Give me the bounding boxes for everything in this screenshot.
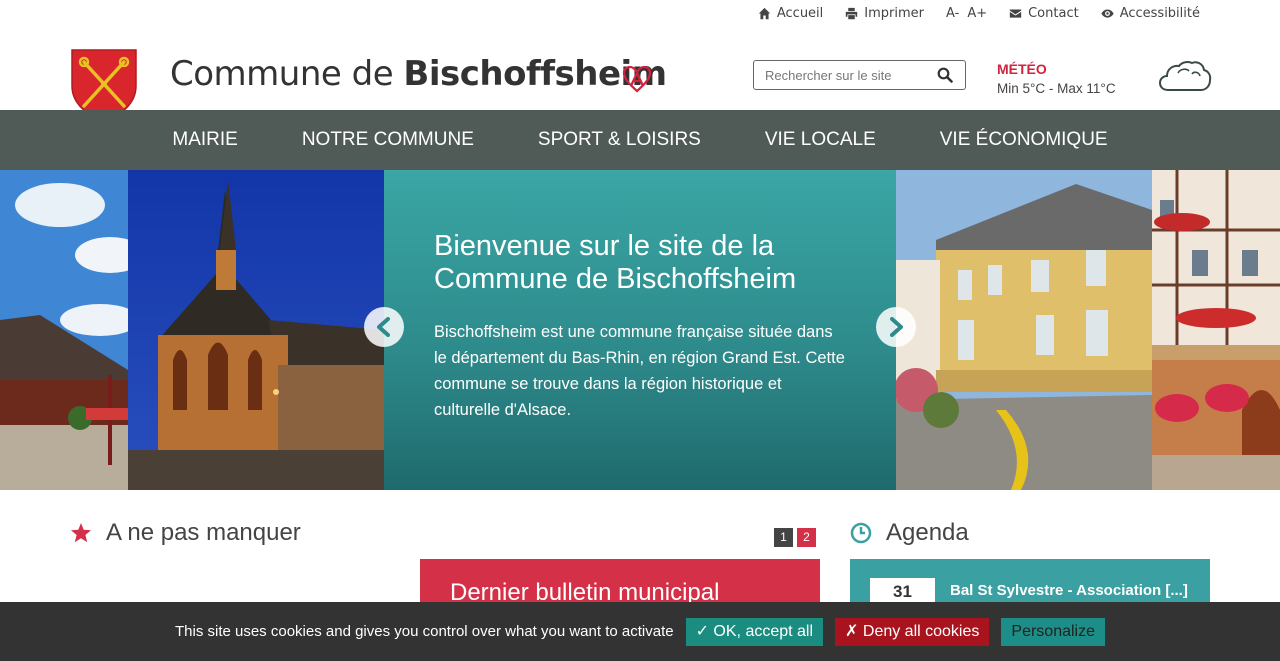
home-link[interactable]: Accueil: [758, 6, 823, 21]
deny-all-cookies-button[interactable]: ✗ Deny all cookies: [835, 617, 990, 646]
font-size-controls: A- A+: [946, 6, 987, 21]
utility-links: Accueil Imprimer A- A+ Contact Accessibi…: [758, 6, 1200, 21]
weather-label: MÉTÉO: [997, 61, 1047, 77]
news-section-heading: A ne pas manquer: [70, 519, 301, 547]
nav-item-notre-commune[interactable]: NOTRE COMMUNE: [270, 110, 506, 170]
event-title: Bal St Sylvestre - Association [...]: [950, 582, 1188, 599]
slide-photo-town-hall: [896, 170, 1152, 490]
eye-icon: [1101, 9, 1114, 18]
agenda-section-heading: Agenda: [850, 519, 969, 547]
print-link[interactable]: Imprimer: [845, 6, 924, 21]
nav-item-vie-economique[interactable]: VIE ÉCONOMIQUE: [908, 110, 1140, 170]
chevron-right-icon: [890, 317, 903, 337]
weather-temperatures: Min 5°C - Max 11°C: [997, 81, 1116, 96]
pager-page-1[interactable]: 1: [774, 528, 793, 547]
cookie-message: This site uses cookies and gives you con…: [174, 623, 674, 640]
main-navigation: MAIRIE NOTRE COMMUNE SPORT & LOISIRS VIE…: [0, 110, 1280, 170]
nav-item-vie-locale[interactable]: VIE LOCALE: [733, 110, 908, 170]
hero-slider: Bienvenue sur le site de la Commune de B…: [0, 170, 1280, 490]
slide-photo-community-hall: [0, 170, 128, 490]
search-input[interactable]: [754, 61, 924, 89]
news-pager: 1 2: [774, 528, 816, 547]
clock-icon: [850, 522, 872, 544]
accept-all-cookies-button[interactable]: ✓ OK, accept all: [685, 617, 824, 646]
site-header: Commune de Bischoffsheim MÉTÉO Min 5°C -…: [0, 32, 1280, 122]
search-box: [753, 60, 966, 90]
alsace-heart-icon: [622, 65, 652, 93]
slide-text: Bischoffsheim est une commune française …: [434, 323, 845, 419]
contact-link[interactable]: Contact: [1009, 6, 1079, 21]
star-icon: [71, 523, 91, 543]
site-title[interactable]: Commune de Bischoffsheim: [170, 54, 667, 94]
slider-prev-button[interactable]: [364, 307, 404, 347]
accessibility-link[interactable]: Accessibilité: [1101, 6, 1200, 21]
slider-next-button[interactable]: [876, 307, 916, 347]
top-utility-bar: Accueil Imprimer A- A+ Contact Accessibi…: [0, 0, 1280, 32]
nav-item-sport-loisirs[interactable]: SPORT & LOISIRS: [506, 110, 733, 170]
font-larger-button[interactable]: A+: [967, 6, 987, 21]
print-icon: [846, 7, 858, 20]
cookie-consent-bar: This site uses cookies and gives you con…: [0, 602, 1280, 661]
personalize-cookies-button[interactable]: Personalize: [1001, 617, 1105, 646]
cloud-icon: [1158, 61, 1212, 91]
envelope-icon: [1009, 9, 1022, 18]
chevron-left-icon: [377, 317, 390, 337]
pager-page-2[interactable]: 2: [797, 528, 816, 547]
weather-widget: MÉTÉO Min 5°C - Max 11°C: [997, 61, 1116, 96]
slide-photo-chapel: [128, 170, 384, 490]
slide-photo-timbered-houses: [1152, 170, 1280, 490]
slide-title: Bienvenue sur le site de la Commune de B…: [434, 230, 797, 295]
nav-item-mairie[interactable]: MAIRIE: [140, 110, 269, 170]
search-icon[interactable]: [937, 67, 953, 83]
home-icon: [758, 7, 771, 20]
font-smaller-button[interactable]: A-: [946, 6, 959, 21]
slide-caption: Bienvenue sur le site de la Commune de B…: [384, 170, 896, 490]
